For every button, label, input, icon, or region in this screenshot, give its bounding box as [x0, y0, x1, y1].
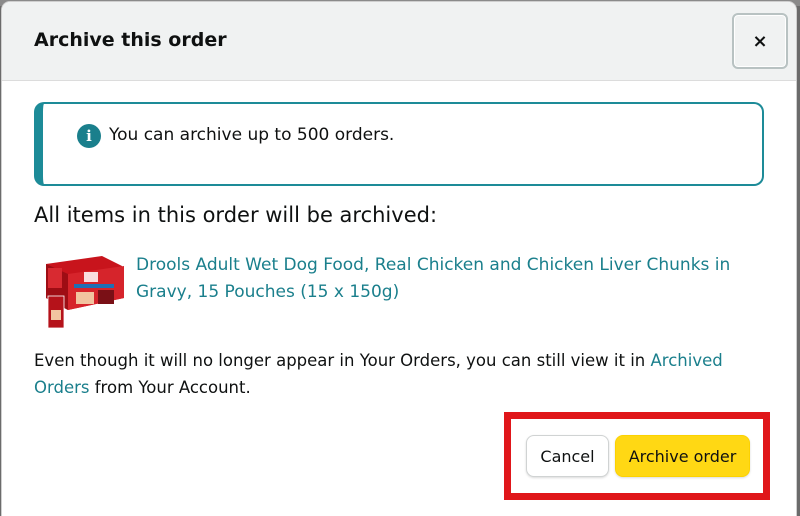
archived-orders-link[interactable]: Orders — [34, 378, 90, 397]
archived-orders-link[interactable]: Archived — [651, 351, 723, 370]
close-icon: × — [752, 30, 768, 52]
archive-order-dialog: Archive this order × i You can archive u… — [2, 2, 796, 516]
product-title-link[interactable]: Drools Adult Wet Dog Food, Real Chicken … — [136, 252, 756, 306]
archive-note: Even though it will no longer appear in … — [34, 347, 754, 401]
product-title-line: Drools Adult Wet Dog Food, Real Chicken … — [136, 255, 731, 275]
archive-order-button[interactable]: Archive order — [615, 435, 750, 477]
alert-message: You can archive up to 500 orders. — [109, 125, 395, 145]
dialog-title: Archive this order — [34, 29, 227, 51]
product-image[interactable] — [40, 254, 130, 330]
note-text: from Your Account. — [89, 378, 251, 397]
close-button[interactable]: × — [732, 13, 788, 69]
archive-heading: All items in this order will be archived… — [34, 203, 438, 227]
product-title-line: Gravy, 15 Pouches (15 x 150g) — [136, 282, 400, 302]
note-text: Even though it will no longer appear in … — [34, 351, 651, 370]
dialog-header: Archive this order × — [2, 2, 796, 81]
cancel-button[interactable]: Cancel — [526, 435, 609, 477]
info-icon: i — [77, 124, 101, 148]
info-alert: i You can archive up to 500 orders. — [34, 102, 764, 186]
